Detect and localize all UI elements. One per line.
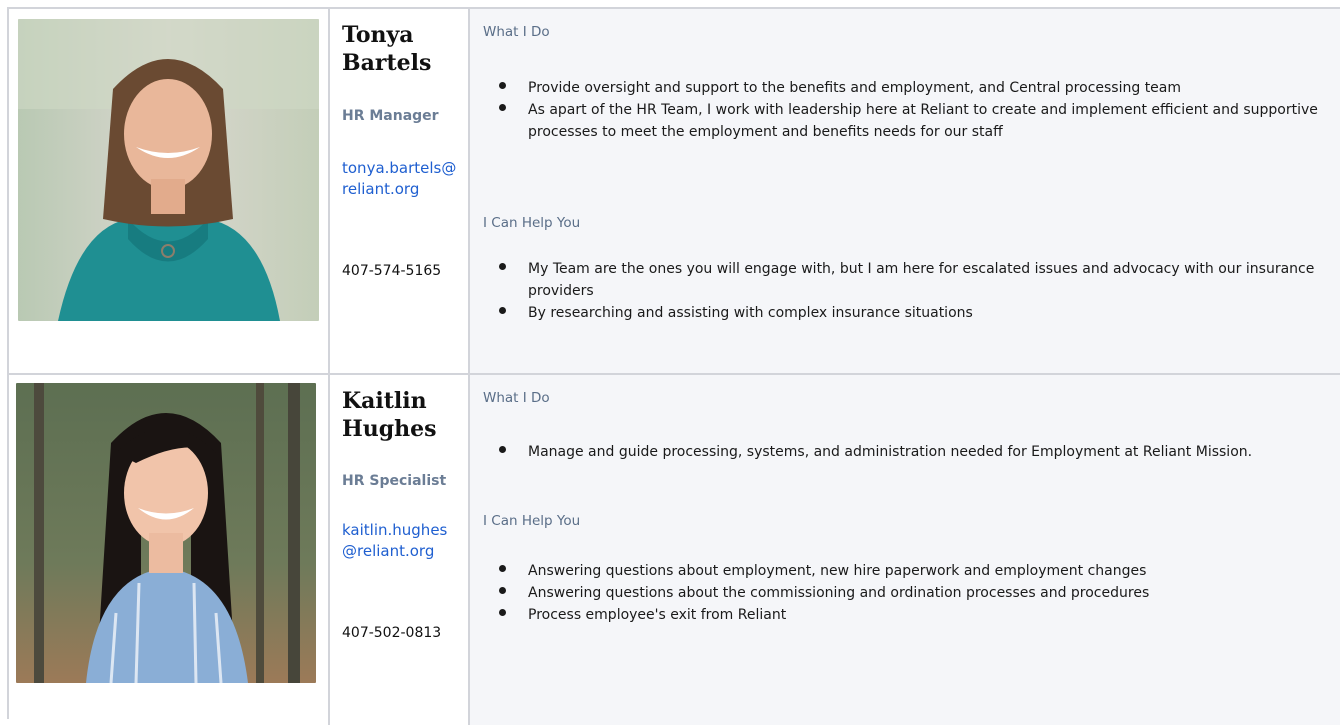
list-item-text: Manage and guide processing, systems, an… xyxy=(528,444,1253,460)
i-can-help-you-heading: I Can Help You xyxy=(483,513,581,529)
photo-cell xyxy=(9,375,330,725)
staff-row: Kaitlin Hughes HR Specialist kaitlin.hug… xyxy=(9,375,1340,725)
staff-photo-tonya xyxy=(18,19,319,321)
staff-last-name: Bartels xyxy=(342,50,432,76)
list-item: Provide oversight and support to the ben… xyxy=(483,77,1330,99)
bullet-icon xyxy=(499,446,506,453)
staff-phone: 407-574-5165 xyxy=(342,263,442,279)
list-item: Manage and guide processing, systems, an… xyxy=(483,441,1330,463)
bullet-icon xyxy=(499,104,506,111)
list-item-text: Provide oversight and support to the ben… xyxy=(528,80,1182,96)
list-item-text: My Team are the ones you will engage wit… xyxy=(528,261,1315,299)
bullet-icon xyxy=(499,82,506,89)
bullet-icon xyxy=(499,587,506,594)
i-can-help-you-list: My Team are the ones you will engage wit… xyxy=(483,258,1330,324)
i-can-help-you-heading: I Can Help You xyxy=(483,215,581,231)
staff-last-name: Hughes xyxy=(342,416,437,442)
list-item: Answering questions about employment, ne… xyxy=(483,560,1330,582)
bullet-icon xyxy=(499,263,506,270)
what-i-do-list: Provide oversight and support to the ben… xyxy=(483,77,1330,143)
staff-photo-kaitlin xyxy=(16,383,316,683)
staff-email-link[interactable]: kaitlin.hughes@reliant.org xyxy=(342,520,457,562)
description-cell: What I Do Provide oversight and support … xyxy=(470,9,1340,373)
staff-table: Tonya Bartels HR Manager tonya.bartels@r… xyxy=(7,7,1340,725)
contact-cell: Tonya Bartels HR Manager tonya.bartels@r… xyxy=(330,9,470,373)
i-can-help-you-list: Answering questions about employment, ne… xyxy=(483,560,1330,626)
list-item-text: Process employee's exit from Reliant xyxy=(528,607,787,623)
list-item: Answering questions about the commission… xyxy=(483,582,1330,604)
what-i-do-heading: What I Do xyxy=(483,390,550,406)
staff-first-name: Kaitlin xyxy=(342,388,427,414)
staff-email-link[interactable]: tonya.bartels@reliant.org xyxy=(342,158,457,200)
list-item-text: As apart of the HR Team, I work with lea… xyxy=(528,102,1318,140)
list-item-text: By researching and assisting with comple… xyxy=(528,305,973,321)
list-item: As apart of the HR Team, I work with lea… xyxy=(483,99,1330,143)
bullet-icon xyxy=(499,565,506,572)
list-item-text: Answering questions about employment, ne… xyxy=(528,563,1147,579)
list-item: By researching and assisting with comple… xyxy=(483,302,1330,324)
contact-cell: Kaitlin Hughes HR Specialist kaitlin.hug… xyxy=(330,375,470,725)
staff-first-name: Tonya xyxy=(342,22,414,48)
description-cell: What I Do Manage and guide processing, s… xyxy=(470,375,1340,725)
what-i-do-list: Manage and guide processing, systems, an… xyxy=(483,441,1330,463)
list-item: My Team are the ones you will engage wit… xyxy=(483,258,1330,302)
staff-name: Tonya Bartels xyxy=(342,21,462,77)
list-item: Process employee's exit from Reliant xyxy=(483,604,1330,626)
bullet-icon xyxy=(499,609,506,616)
staff-row: Tonya Bartels HR Manager tonya.bartels@r… xyxy=(9,9,1340,375)
staff-title: HR Specialist xyxy=(342,473,447,489)
staff-phone: 407-502-0813 xyxy=(342,625,442,641)
photo-cell xyxy=(9,9,330,373)
list-item-text: Answering questions about the commission… xyxy=(528,585,1150,601)
bullet-icon xyxy=(499,307,506,314)
what-i-do-heading: What I Do xyxy=(483,24,550,40)
staff-name: Kaitlin Hughes xyxy=(342,387,462,443)
staff-title: HR Manager xyxy=(342,108,439,124)
